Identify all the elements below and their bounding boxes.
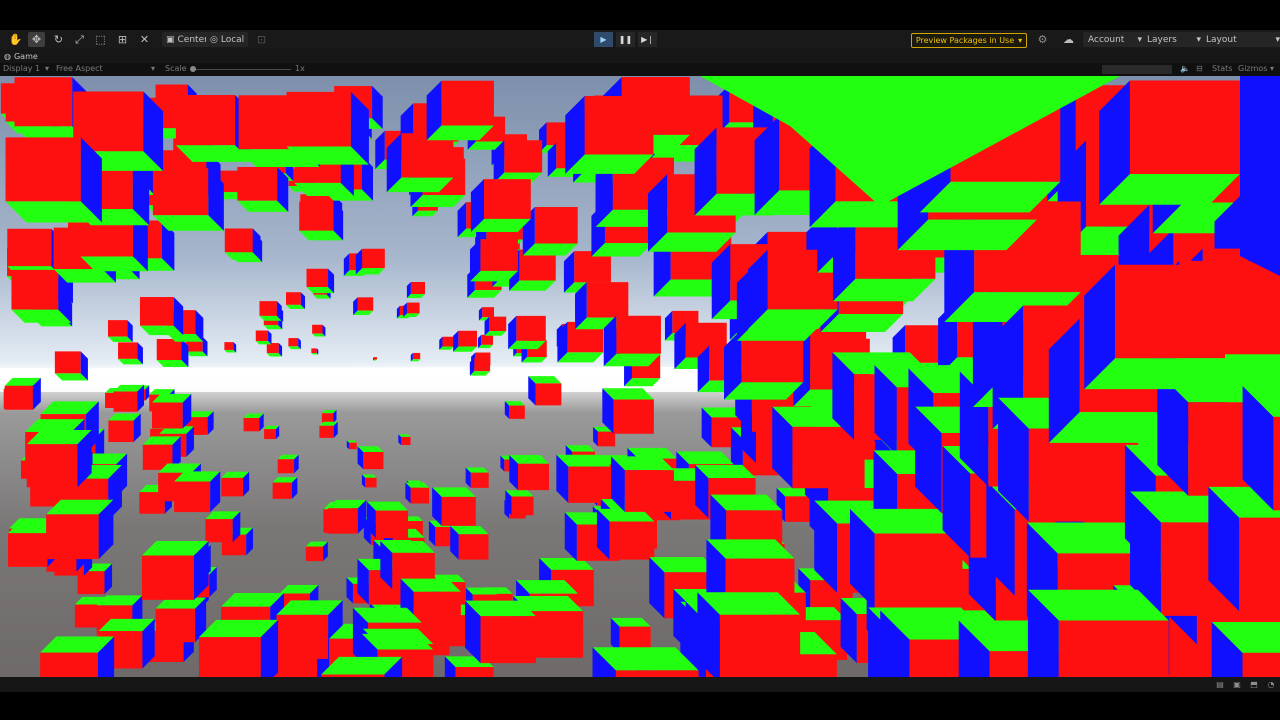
mute-icon[interactable]: 🔈: [1180, 64, 1190, 73]
pivot-icon: ▣: [166, 34, 175, 45]
pause-button[interactable]: ❚❚: [616, 32, 635, 47]
custom-tool-icon[interactable]: ✕: [136, 32, 153, 47]
progress-icon[interactable]: ⬒: [1249, 679, 1259, 689]
layers-label: Layers: [1147, 34, 1177, 45]
aspect-dropdown[interactable]: Free Aspect: [56, 64, 103, 73]
collab-icon[interactable]: ⚙: [1034, 32, 1051, 47]
move-tool-icon[interactable]: ✥: [28, 32, 45, 47]
rotate-tool-icon[interactable]: ↻: [50, 32, 67, 47]
status-bar: ▤ ▣ ⬒ ◔: [0, 677, 1280, 692]
layout-dropdown[interactable]: Layout ▾: [1201, 32, 1280, 47]
chevron-down-icon: ▾: [1275, 34, 1280, 45]
main-toolbar: ✋ ✥ ↻ ⤢ ⬚ ⊞ ✕ ▣ Center ◎ Local ⊡ ▶ ❚❚ ▶❘…: [0, 30, 1280, 49]
preview-packages-label: Preview Packages in Use: [915, 36, 1015, 45]
pivot-space-button[interactable]: ◎ Local: [206, 32, 249, 47]
pivot-label: Center: [177, 34, 208, 45]
scale-slider-handle[interactable]: [190, 66, 196, 72]
hand-tool-icon[interactable]: ✋: [7, 32, 24, 47]
pivot-mode-button[interactable]: ▣ Center: [162, 32, 212, 47]
cloud-icon[interactable]: ☁: [1060, 32, 1077, 47]
stats-button[interactable]: Stats: [1212, 64, 1232, 73]
game-viewport[interactable]: [0, 76, 1280, 677]
grid-snap-icon[interactable]: ⊡: [253, 32, 270, 47]
game-tab-bar: ◍ Game: [0, 49, 1280, 63]
gamepad-icon: ◍: [4, 51, 11, 61]
account-dropdown[interactable]: Account ▾: [1083, 32, 1147, 47]
chevron-down-icon: ▾: [45, 64, 50, 73]
play-button[interactable]: ▶: [594, 32, 613, 47]
scale-value: 1x: [295, 64, 305, 73]
lock-icon[interactable]: ▣: [1232, 679, 1242, 689]
game-view-controls: Display 1 ▾ Free Aspect ▾ Scale 1x 🔈 ⊟ S…: [0, 63, 1280, 76]
chevron-down-icon: ▾: [151, 64, 156, 73]
letterbox-top: [0, 0, 1280, 30]
scale-slider[interactable]: [191, 69, 291, 70]
account-label: Account: [1088, 34, 1125, 45]
display-dropdown[interactable]: Display 1: [3, 64, 40, 73]
tab-game[interactable]: ◍ Game: [4, 50, 38, 62]
space-label: Local: [220, 34, 245, 45]
gizmos-button[interactable]: Gizmos: [1238, 64, 1267, 73]
chevron-down-icon: ▾: [1018, 36, 1023, 45]
play-mode-dropdown[interactable]: [1102, 65, 1172, 74]
letterbox-bottom: [0, 692, 1280, 720]
console-icon[interactable]: ▤: [1215, 679, 1225, 689]
grid-icon[interactable]: ⊟: [1196, 64, 1203, 73]
layout-label: Layout: [1206, 34, 1237, 45]
layers-dropdown[interactable]: Layers ▾: [1142, 32, 1206, 47]
cube-scene: [0, 76, 1280, 677]
step-button[interactable]: ▶❘: [638, 32, 657, 47]
scale-tool-icon[interactable]: ⤢: [71, 32, 88, 47]
scale-label: Scale: [165, 64, 187, 73]
chevron-down-icon: ▾: [1270, 64, 1275, 73]
preview-packages-button[interactable]: Preview Packages in Use ▾: [911, 33, 1027, 48]
tab-game-label: Game: [13, 51, 38, 61]
globe-icon: ◎: [210, 34, 218, 45]
rect-tool-icon[interactable]: ⬚: [92, 32, 109, 47]
transform-tool-icon[interactable]: ⊞: [114, 32, 131, 47]
settings-icon[interactable]: ◔: [1266, 679, 1276, 689]
